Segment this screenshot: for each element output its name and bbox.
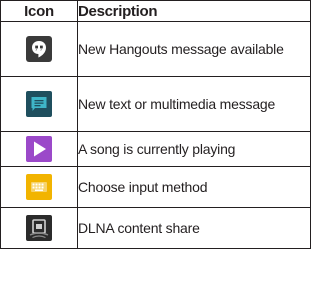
icon-cell <box>0 76 78 132</box>
status-icon-table: Icon Description New Hangouts message av <box>0 0 311 249</box>
hangouts-message-icon <box>26 36 52 62</box>
icon-cell <box>0 131 78 167</box>
table-row: New Hangouts message available <box>0 21 311 77</box>
icon-cell <box>0 207 78 249</box>
description-cell: Choose input method <box>77 166 311 208</box>
table-row: A song is currently playing <box>0 131 311 167</box>
description-column-header: Description <box>77 0 311 22</box>
text-message-icon <box>26 91 52 117</box>
keyboard-icon <box>26 174 52 200</box>
icon-column-header: Icon <box>0 0 78 22</box>
play-icon <box>26 136 52 162</box>
description-cell: New text or multimedia message <box>77 76 311 132</box>
table-row: New text or multimedia message <box>0 76 311 132</box>
description-cell: New Hangouts message available <box>77 21 311 77</box>
table-row: Choose input method <box>0 166 311 208</box>
table-header-row: Icon Description <box>0 0 311 22</box>
description-cell: A song is currently playing <box>77 131 311 167</box>
table-row: DLNA content share <box>0 207 311 249</box>
icon-cell <box>0 166 78 208</box>
dlna-share-icon <box>26 215 52 241</box>
description-cell: DLNA content share <box>77 207 311 249</box>
icon-cell <box>0 21 78 77</box>
